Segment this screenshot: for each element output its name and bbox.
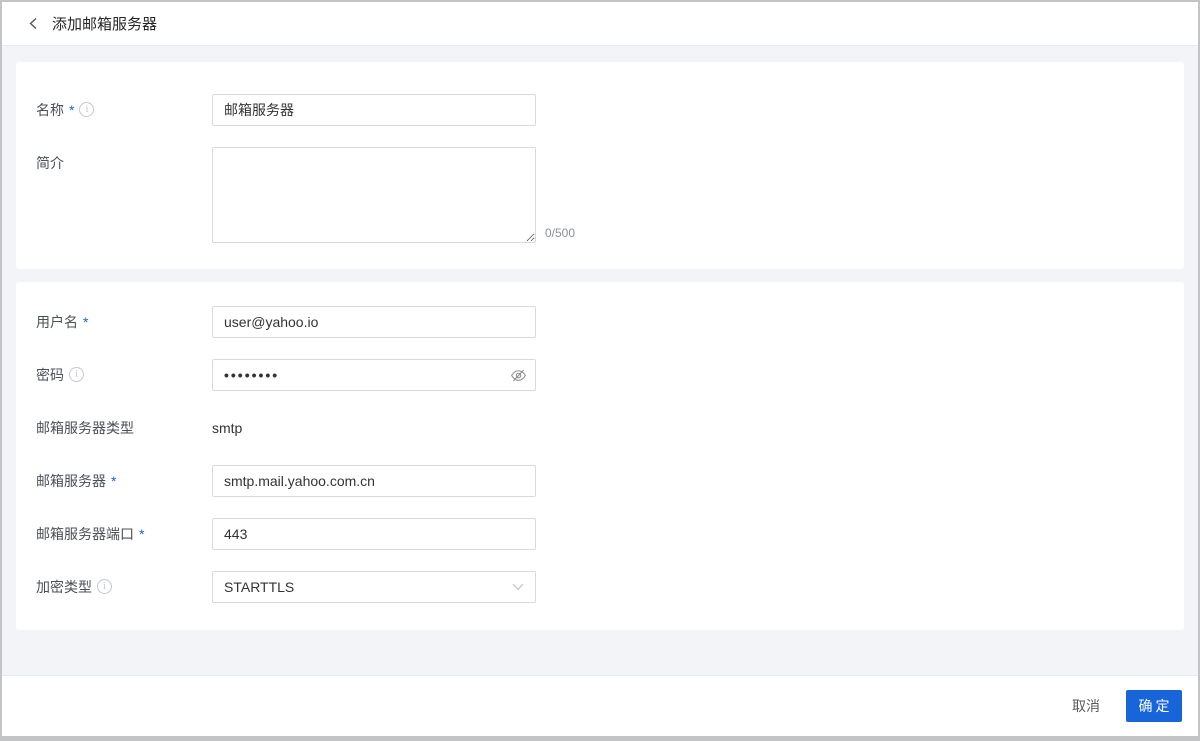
- server-port-row: 邮箱服务器端口 *: [36, 518, 1164, 550]
- form-area: 名称 * i 简介 0/500: [2, 46, 1198, 675]
- server-settings-card: 用户名 * 密码 i: [16, 282, 1184, 630]
- eye-slash-icon: [510, 367, 527, 384]
- info-icon[interactable]: i: [69, 367, 84, 382]
- cancel-button[interactable]: 取消: [1072, 696, 1100, 716]
- char-counter: 0/500: [545, 226, 576, 240]
- description-label: 简介: [36, 155, 64, 171]
- info-icon[interactable]: i: [97, 579, 112, 594]
- server-port-input[interactable]: [212, 518, 536, 550]
- name-row: 名称 * i: [36, 94, 1164, 126]
- password-label: 密码 i: [36, 359, 212, 391]
- basic-info-card: 名称 * i 简介 0/500: [16, 62, 1184, 269]
- server-host-row: 邮箱服务器 *: [36, 465, 1164, 497]
- username-label: 用户名 *: [36, 314, 89, 330]
- required-asterisk: *: [139, 526, 145, 542]
- required-asterisk: *: [111, 473, 117, 489]
- password-row: 密码 i: [36, 359, 1164, 391]
- password-input[interactable]: [212, 359, 536, 391]
- username-input[interactable]: [212, 306, 536, 338]
- encryption-select[interactable]: STARTTLS: [212, 571, 536, 603]
- action-footer: 取消 确定: [2, 675, 1198, 736]
- encryption-label: 加密类型 i: [36, 571, 212, 603]
- page-header: 添加邮箱服务器: [2, 2, 1198, 46]
- add-mail-server-page: 添加邮箱服务器 名称 * i 简介 0/5: [0, 0, 1200, 741]
- server-host-label: 邮箱服务器 *: [36, 473, 117, 489]
- page-title: 添加邮箱服务器: [52, 16, 158, 33]
- confirm-button[interactable]: 确定: [1126, 690, 1182, 722]
- server-type-label: 邮箱服务器类型: [36, 420, 134, 436]
- name-input[interactable]: [212, 94, 536, 126]
- encryption-row: 加密类型 i STARTTLS: [36, 571, 1164, 603]
- server-type-row: 邮箱服务器类型 smtp: [36, 412, 1164, 444]
- required-asterisk: *: [83, 314, 89, 330]
- server-type-value: smtp: [212, 420, 243, 436]
- server-host-input[interactable]: [212, 465, 536, 497]
- back-button[interactable]: [24, 15, 42, 33]
- encryption-selected-value: STARTTLS: [224, 579, 295, 595]
- server-port-label: 邮箱服务器端口 *: [36, 526, 145, 542]
- description-row: 简介 0/500: [36, 147, 1164, 243]
- chevron-down-icon: [512, 583, 524, 591]
- username-row: 用户名 *: [36, 306, 1164, 338]
- description-textarea[interactable]: [212, 147, 536, 243]
- name-label: 名称 * i: [36, 94, 212, 126]
- info-icon[interactable]: i: [79, 102, 95, 117]
- toggle-password-visibility-button[interactable]: [509, 366, 527, 384]
- chevron-left-icon: [28, 17, 39, 30]
- required-asterisk: *: [69, 102, 75, 118]
